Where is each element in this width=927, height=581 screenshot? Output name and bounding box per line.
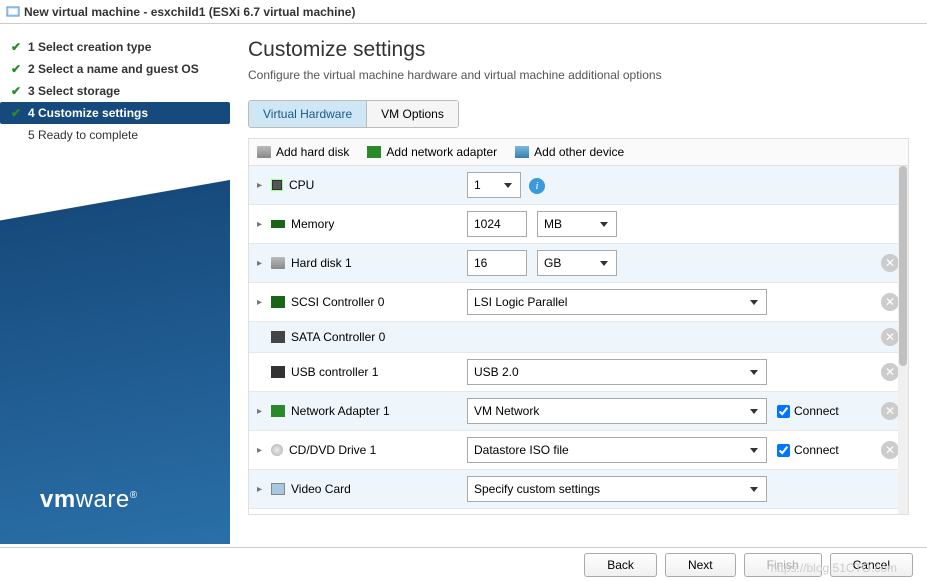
expand-icon[interactable]: ▸ [257, 258, 265, 269]
step-2-select-name-guest-os[interactable]: ✔2 Select a name and guest OS [0, 58, 230, 80]
tab-vm-options[interactable]: VM Options [367, 101, 458, 127]
usb-type-select[interactable]: USB 2.0 [467, 359, 767, 385]
hardware-list-scroll: ▸ CPU 1i ▸ Memory MB ▸ Hard disk 1 GB ✕ ▸ SC… [248, 165, 909, 515]
info-icon[interactable]: i [529, 178, 545, 194]
add-hard-disk-button[interactable]: Add hard disk [257, 145, 349, 159]
remove-sata0-button[interactable]: ✕ [881, 328, 899, 346]
expand-icon[interactable]: ▸ [257, 484, 265, 495]
wizard-sidebar: ✔1 Select creation type ✔2 Select a name… [0, 24, 230, 544]
expand-icon[interactable]: ▸ [257, 180, 265, 191]
cpu-select[interactable]: 1 [467, 172, 521, 198]
vm-icon [6, 5, 20, 19]
row-label-usb1: USB controller 1 [291, 365, 378, 379]
scroll-thumb[interactable] [899, 166, 907, 366]
check-icon: ✔ [10, 63, 22, 75]
hard-disk-icon [271, 257, 285, 269]
window-title: New virtual machine - esxchild1 (ESXi 6.… [24, 5, 355, 19]
cd-source-select[interactable]: Datastore ISO file [467, 437, 767, 463]
expand-icon[interactable]: ▸ [257, 219, 265, 230]
hard-disk-icon [257, 146, 271, 158]
cpu-icon [271, 179, 283, 191]
video-settings-select[interactable]: Specify custom settings [467, 476, 767, 502]
memory-unit-select[interactable]: MB [537, 211, 617, 237]
back-button[interactable]: Back [584, 553, 657, 577]
remove-disk1-button[interactable]: ✕ [881, 254, 899, 272]
scsi-type-select[interactable]: LSI Logic Parallel [467, 289, 767, 315]
network-adapter-icon [367, 146, 381, 158]
step-3-select-storage[interactable]: ✔3 Select storage [0, 80, 230, 102]
cd-dvd-icon [271, 444, 283, 456]
sata-icon [271, 331, 285, 343]
main-panel: Customize settings Configure the virtual… [230, 24, 927, 544]
step-5-ready-to-complete[interactable]: 5 Ready to complete [0, 124, 230, 146]
add-network-adapter-button[interactable]: Add network adapter [367, 145, 497, 159]
network-select[interactable]: VM Network [467, 398, 767, 424]
check-icon: ✔ [10, 85, 22, 97]
video-card-icon [271, 483, 285, 495]
wizard-footer: Back Next Finish Cancel https://blog.51C… [0, 547, 927, 581]
disk-size-input[interactable] [467, 250, 527, 276]
row-label-sata0: SATA Controller 0 [291, 330, 385, 344]
cancel-button[interactable]: Cancel [830, 553, 913, 577]
remove-net1-button[interactable]: ✕ [881, 402, 899, 420]
step-4-customize-settings[interactable]: ✔4 Customize settings [0, 102, 230, 124]
row-label-video: Video Card [291, 482, 351, 496]
tab-virtual-hardware[interactable]: Virtual Hardware [249, 101, 367, 127]
finish-button: Finish [744, 553, 822, 577]
expand-icon[interactable]: ▸ [257, 297, 265, 308]
window-titlebar: New virtual machine - esxchild1 (ESXi 6.… [0, 0, 927, 24]
tabbar: Virtual Hardware VM Options [248, 100, 459, 128]
vertical-scrollbar[interactable] [898, 166, 908, 514]
check-icon: ✔ [10, 41, 22, 53]
memory-input[interactable] [467, 211, 527, 237]
expand-icon[interactable]: ▸ [257, 406, 265, 417]
page-subtitle: Configure the virtual machine hardware a… [248, 68, 909, 82]
add-other-device-button[interactable]: Add other device [515, 145, 624, 159]
next-button[interactable]: Next [665, 553, 736, 577]
row-label-net1: Network Adapter 1 [291, 404, 390, 418]
net-connect-checkbox[interactable]: Connect [777, 404, 839, 418]
expand-icon[interactable]: ▸ [257, 445, 265, 456]
remove-scsi0-button[interactable]: ✕ [881, 293, 899, 311]
memory-icon [271, 220, 285, 228]
check-icon: ✔ [10, 107, 22, 119]
usb-icon [271, 366, 285, 378]
row-label-cpu: CPU [289, 178, 314, 192]
network-adapter-icon [271, 405, 285, 417]
device-toolbar: Add hard disk Add network adapter Add ot… [248, 138, 909, 165]
scsi-icon [271, 296, 285, 308]
disk-unit-select[interactable]: GB [537, 250, 617, 276]
row-label-scsi0: SCSI Controller 0 [291, 295, 384, 309]
page-title: Customize settings [248, 38, 909, 62]
step-1-select-creation-type[interactable]: ✔1 Select creation type [0, 36, 230, 58]
vmware-logo: vmware® [40, 486, 138, 514]
remove-usb1-button[interactable]: ✕ [881, 363, 899, 381]
cd-connect-checkbox[interactable]: Connect [777, 443, 839, 457]
row-label-disk1: Hard disk 1 [291, 256, 352, 270]
remove-cd1-button[interactable]: ✕ [881, 441, 899, 459]
device-icon [515, 146, 529, 158]
row-label-memory: Memory [291, 217, 334, 231]
row-label-cd1: CD/DVD Drive 1 [289, 443, 376, 457]
